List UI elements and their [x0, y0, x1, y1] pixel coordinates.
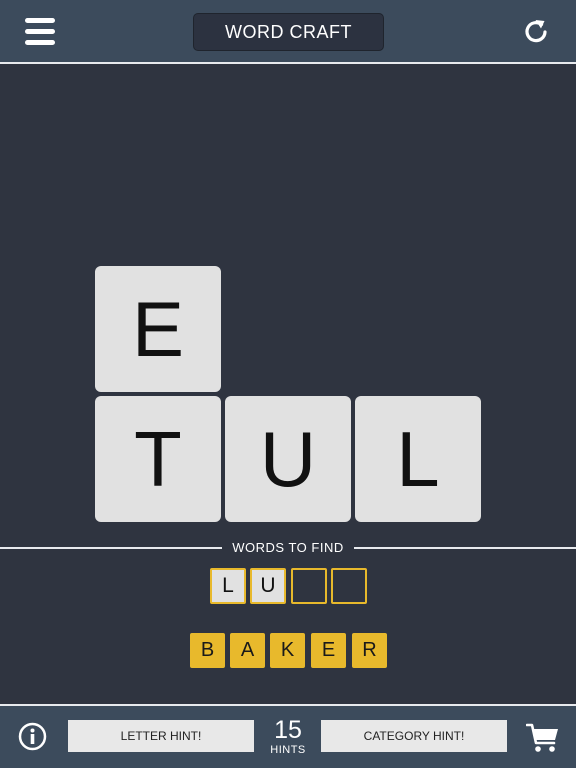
category-hint-button[interactable]: CATEGORY HINT! [321, 720, 507, 752]
info-icon[interactable] [18, 722, 47, 751]
word-slot-empty [331, 568, 367, 604]
letter-tile[interactable]: E [95, 266, 221, 392]
bottom-bar: LETTER HINT! 15 HINTS CATEGORY HINT! [0, 704, 576, 768]
found-word-letter: K [270, 633, 305, 668]
hints-label: HINTS [270, 744, 306, 756]
words-to-find-label: WORDS TO FIND [232, 540, 344, 555]
game-title: WORD CRAFT [193, 13, 384, 51]
found-word-letter: R [352, 633, 387, 668]
menu-line [25, 29, 55, 34]
letter-tile[interactable]: L [355, 396, 481, 522]
shopping-cart-icon[interactable] [525, 722, 560, 754]
top-bar: WORD CRAFT [0, 0, 576, 64]
word-slot: U [250, 568, 286, 604]
hamburger-menu-icon[interactable] [25, 18, 55, 45]
found-word-letter: E [311, 633, 346, 668]
divider-line [0, 547, 222, 549]
found-word-letter: A [230, 633, 265, 668]
divider-line [354, 547, 576, 549]
menu-line [25, 18, 55, 23]
restart-icon[interactable] [521, 17, 551, 47]
letter-tile[interactable]: U [225, 396, 351, 522]
letter-tile[interactable]: T [95, 396, 221, 522]
word-slot: L [210, 568, 246, 604]
word-slot-empty [291, 568, 327, 604]
hints-count: 15 [274, 716, 302, 744]
found-word-letter: B [190, 633, 225, 668]
menu-line [25, 40, 55, 45]
letter-hint-button[interactable]: LETTER HINT! [68, 720, 254, 752]
